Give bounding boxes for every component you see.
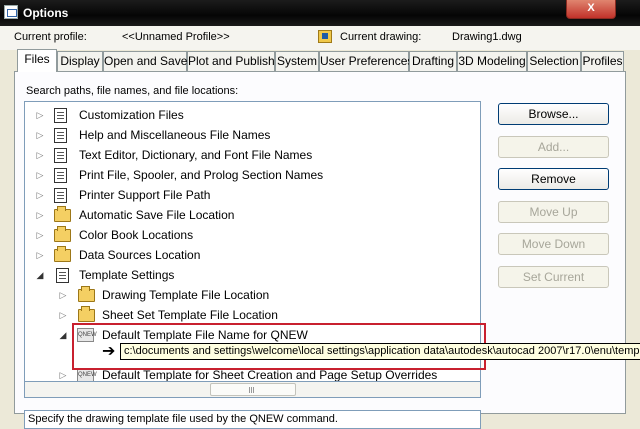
- browse-button[interactable]: Browse...: [498, 103, 609, 125]
- tab-files[interactable]: Files: [17, 49, 57, 72]
- options-dialog: Options X Current profile: <<Unnamed Pro…: [0, 0, 640, 429]
- tab-3d-modeling[interactable]: 3D Modeling: [457, 51, 527, 71]
- autocad-app-icon: [4, 5, 18, 19]
- collapsed-expander-icon[interactable]: ▷: [35, 205, 45, 225]
- tree-item-label: Printer Support File Path: [79, 188, 211, 202]
- document-icon: [54, 168, 67, 183]
- collapsed-expander-icon[interactable]: ▷: [35, 125, 45, 145]
- tree-item-drawing-template-location[interactable]: ▷ Drawing Template File Location: [25, 285, 465, 305]
- collapsed-expander-icon[interactable]: ▷: [35, 225, 45, 245]
- tree-item-text-editor-file-names[interactable]: ▷ Text Editor, Dictionary, and Font File…: [25, 145, 465, 165]
- tab-drafting[interactable]: Drafting: [409, 51, 457, 71]
- collapsed-expander-icon[interactable]: ▷: [58, 285, 68, 305]
- tree-item-help-file-names[interactable]: ▷ Help and Miscellaneous File Names: [25, 125, 465, 145]
- move-up-button[interactable]: Move Up: [498, 201, 609, 223]
- document-stack-icon: [56, 268, 69, 283]
- document-icon: [54, 188, 67, 203]
- add-button[interactable]: Add...: [498, 136, 609, 158]
- current-profile-label: Current profile:: [14, 31, 87, 43]
- set-current-button[interactable]: Set Current: [498, 266, 609, 288]
- folder-icon: [78, 306, 95, 322]
- tree-item-label: Sheet Set Template File Location: [102, 308, 278, 322]
- folder-icon: [54, 206, 71, 222]
- horizontal-scroll-thumb[interactable]: [210, 383, 296, 396]
- collapsed-expander-icon[interactable]: ▷: [35, 145, 45, 165]
- tree-item-color-book-locations[interactable]: ▷ Color Book Locations: [25, 225, 465, 245]
- folder-icon: [54, 226, 71, 242]
- folder-icon: [78, 286, 95, 302]
- description-text: Specify the drawing template file used b…: [24, 410, 481, 429]
- tree-item-template-settings[interactable]: ◢ Template Settings: [25, 265, 465, 285]
- tree-item-label: Help and Miscellaneous File Names: [79, 128, 271, 142]
- collapsed-expander-icon[interactable]: ▷: [35, 165, 45, 185]
- drawing-icon: [318, 30, 332, 43]
- collapsed-expander-icon[interactable]: ▷: [35, 185, 45, 205]
- tree-item-label: Automatic Save File Location: [79, 208, 235, 222]
- tab-user-preferences[interactable]: User Preferences: [319, 51, 413, 71]
- current-profile-value: <<Unnamed Profile>>: [122, 31, 230, 43]
- document-icon: [54, 108, 67, 123]
- document-icon: [54, 128, 67, 143]
- tab-plot-and-publish[interactable]: Plot and Publish: [187, 51, 275, 71]
- collapsed-expander-icon[interactable]: ▷: [35, 105, 45, 125]
- current-drawing-label: Current drawing:: [340, 31, 422, 43]
- tree-item-label: Data Sources Location: [79, 248, 201, 262]
- tab-system[interactable]: System: [275, 51, 319, 71]
- move-down-button[interactable]: Move Down: [498, 233, 609, 255]
- tree-item-customization-files[interactable]: ▷ Customization Files: [25, 105, 465, 125]
- qnew-icon: QNEW: [77, 368, 97, 381]
- template-path-tooltip: c:\documents and settings\welcome\local …: [120, 343, 640, 360]
- tree-item-label: Template Settings: [79, 268, 175, 282]
- remove-button[interactable]: Remove: [498, 168, 609, 190]
- tree-item-label: Drawing Template File Location: [102, 288, 270, 302]
- tree-item-label: Customization Files: [79, 108, 184, 122]
- expanded-expander-icon[interactable]: ◢: [58, 325, 68, 345]
- folder-icon: [54, 246, 71, 262]
- tree-item-print-file-names[interactable]: ▷ Print File, Spooler, and Prolog Sectio…: [25, 165, 465, 185]
- tab-strip: Files Display Open and Save Plot and Pub…: [14, 49, 624, 72]
- tree-item-label: Text Editor, Dictionary, and Font File N…: [79, 148, 313, 162]
- tree-item-label: Print File, Spooler, and Prolog Section …: [79, 168, 324, 182]
- tab-profiles[interactable]: Profiles: [581, 51, 624, 71]
- document-icon: [54, 148, 67, 163]
- close-button[interactable]: X: [566, 0, 616, 19]
- tree-item-label: Color Book Locations: [79, 228, 194, 242]
- current-drawing-value: Drawing1.dwg: [452, 31, 522, 43]
- tree-item-sheet-set-template-location[interactable]: ▷ Sheet Set Template File Location: [25, 305, 465, 325]
- window-title: Options: [23, 6, 69, 20]
- collapsed-expander-icon[interactable]: ▷: [58, 365, 68, 381]
- title-bar[interactable]: Options X: [0, 0, 640, 26]
- tab-open-and-save[interactable]: Open and Save: [103, 51, 187, 71]
- tab-selection[interactable]: Selection: [527, 51, 581, 71]
- collapsed-expander-icon[interactable]: ▷: [35, 245, 45, 265]
- collapsed-expander-icon[interactable]: ▷: [58, 305, 68, 325]
- profile-row: Current profile: <<Unnamed Profile>> Cur…: [0, 26, 640, 50]
- tree-item-printer-support-path[interactable]: ▷ Printer Support File Path: [25, 185, 465, 205]
- tree-item-data-sources-location[interactable]: ▷ Data Sources Location: [25, 245, 465, 265]
- section-label: Search paths, file names, and file locat…: [26, 85, 239, 97]
- tab-display[interactable]: Display: [57, 51, 103, 71]
- expanded-expander-icon[interactable]: ◢: [35, 265, 45, 285]
- tree-horizontal-scrollbar[interactable]: [24, 381, 481, 398]
- tree-item-automatic-save-location[interactable]: ▷ Automatic Save File Location: [25, 205, 465, 225]
